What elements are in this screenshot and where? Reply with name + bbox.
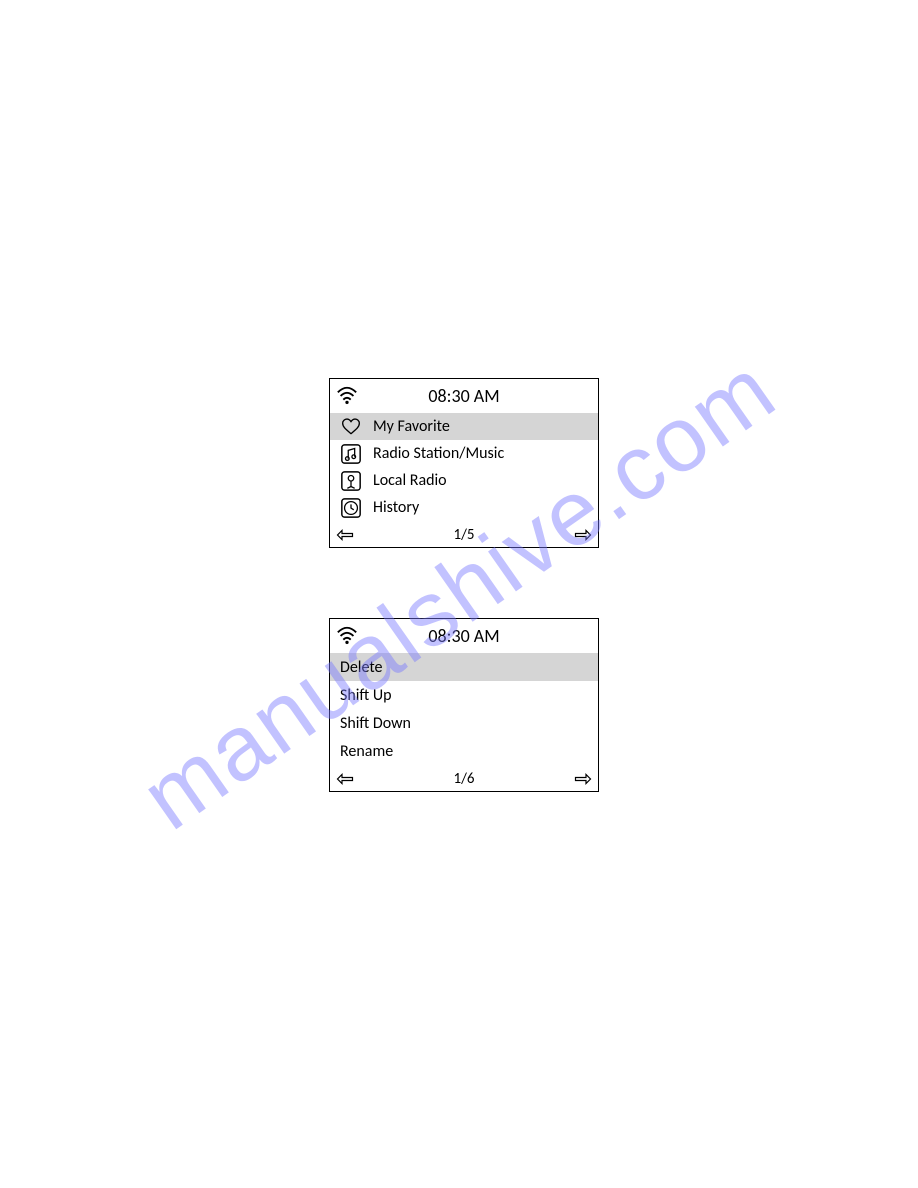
menu-item-rename[interactable]: Rename (330, 737, 598, 765)
menu-item-shift-down[interactable]: Shift Down (330, 709, 598, 737)
device-screen-menu: 08:30 AM My Favorite Radio Station/Music (329, 378, 599, 548)
arrow-right-icon[interactable] (574, 528, 592, 542)
antenna-icon (339, 469, 363, 493)
clock-time: 08:30 AM (330, 625, 598, 647)
music-icon (339, 442, 363, 466)
menu-item-label: Delete (340, 658, 383, 677)
menu-list: My Favorite Radio Station/Music (330, 413, 598, 523)
arrow-left-icon[interactable] (336, 772, 354, 786)
wifi-icon (336, 385, 358, 407)
menu-item-history[interactable]: History (330, 494, 598, 521)
menu-item-label: Shift Down (340, 714, 411, 733)
menu-item-label: My Favorite (373, 417, 450, 436)
menu-item-radio-station-music[interactable]: Radio Station/Music (330, 440, 598, 467)
menu-item-label: History (373, 498, 419, 517)
menu-item-label: Local Radio (373, 471, 447, 490)
nav-footer: 1/5 (330, 523, 598, 547)
menu-item-label: Shift Up (340, 686, 392, 705)
menu-list: Delete Shift Up Shift Down Rename (330, 653, 598, 767)
clock-time: 08:30 AM (330, 385, 598, 407)
arrow-left-icon[interactable] (336, 528, 354, 542)
status-bar: 08:30 AM (330, 379, 598, 413)
menu-item-local-radio[interactable]: Local Radio (330, 467, 598, 494)
menu-item-shift-up[interactable]: Shift Up (330, 681, 598, 709)
nav-footer: 1/6 (330, 767, 598, 791)
page-indicator: 1/6 (354, 770, 574, 788)
device-screen-actions: 08:30 AM Delete Shift Up Shift Down Rena… (329, 618, 599, 792)
page-indicator: 1/5 (354, 526, 574, 544)
clock-icon (339, 496, 363, 520)
menu-item-delete[interactable]: Delete (330, 653, 598, 681)
menu-item-my-favorite[interactable]: My Favorite (330, 413, 598, 440)
wifi-icon (336, 625, 358, 647)
menu-item-label: Radio Station/Music (373, 444, 504, 463)
arrow-right-icon[interactable] (574, 772, 592, 786)
heart-icon (339, 415, 363, 439)
status-bar: 08:30 AM (330, 619, 598, 653)
menu-item-label: Rename (340, 742, 393, 761)
